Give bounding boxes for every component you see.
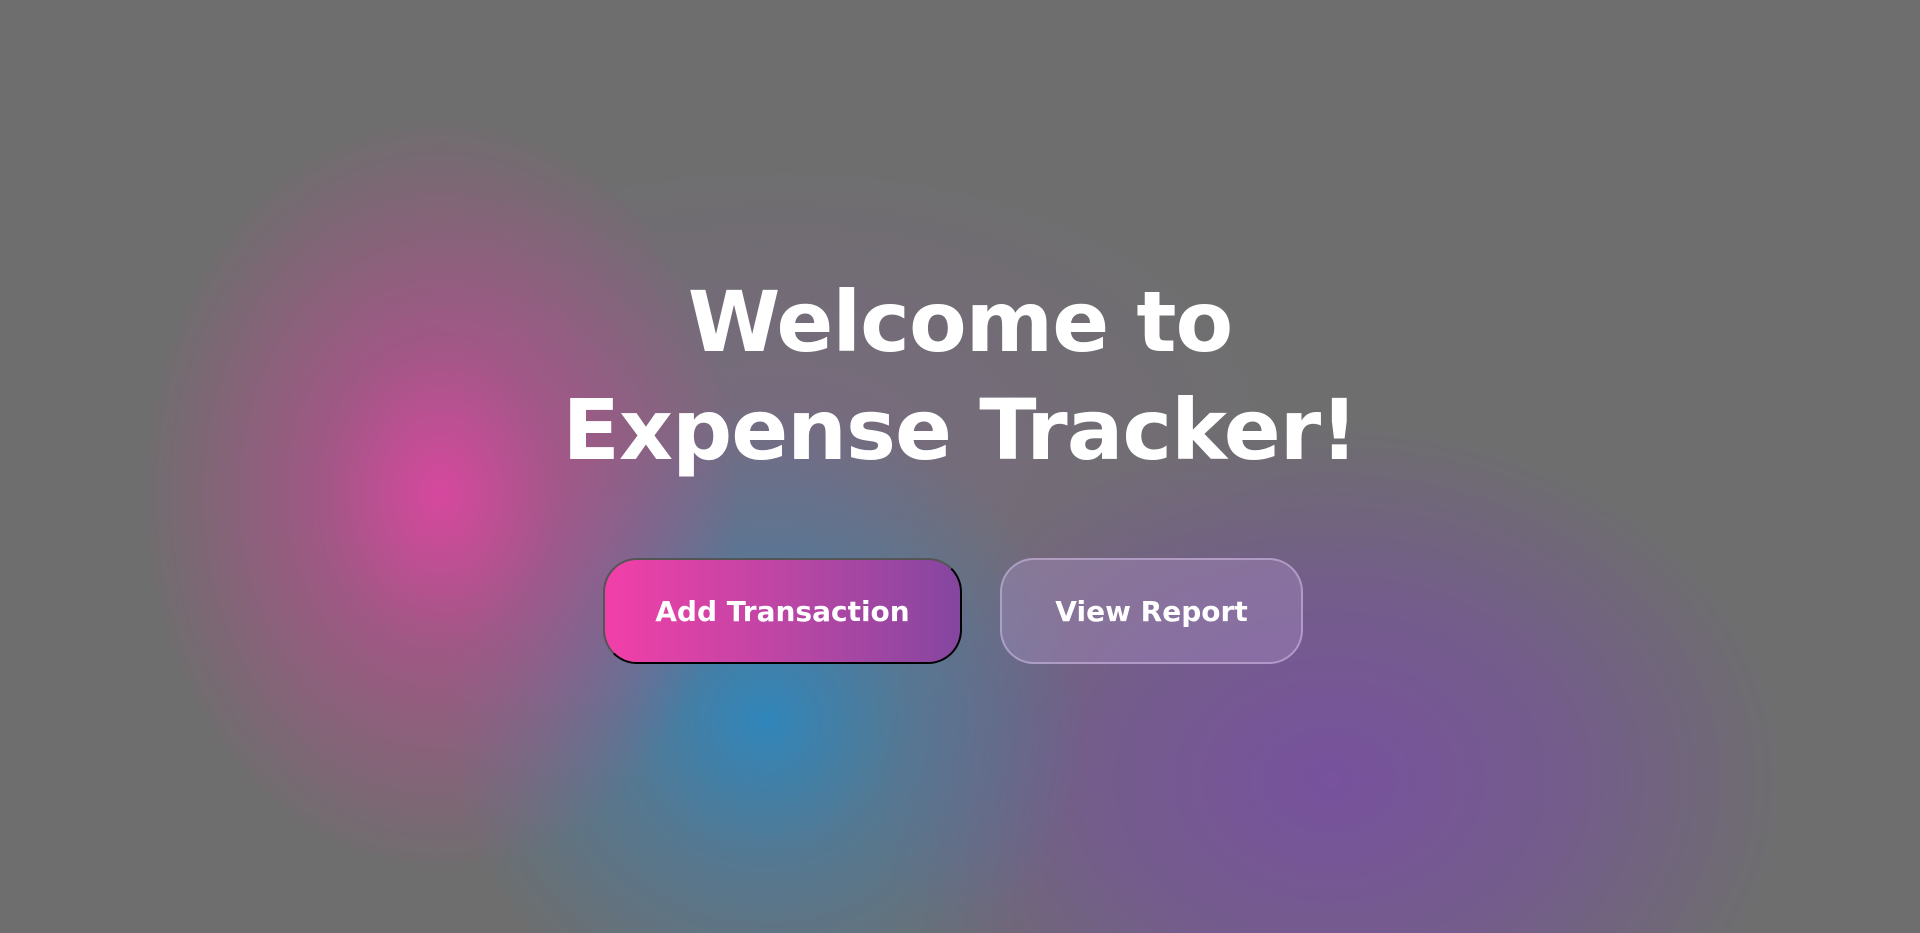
title-line-1: Welcome to xyxy=(687,273,1234,371)
hero-section: Welcome to Expense Tracker! Add Transact… xyxy=(0,0,1920,933)
title-line-2: Expense Tracker! xyxy=(562,381,1359,479)
add-transaction-button[interactable]: Add Transaction xyxy=(603,558,962,664)
page-title: Welcome to Expense Tracker! xyxy=(0,268,1920,484)
view-report-button[interactable]: View Report xyxy=(1000,558,1303,664)
